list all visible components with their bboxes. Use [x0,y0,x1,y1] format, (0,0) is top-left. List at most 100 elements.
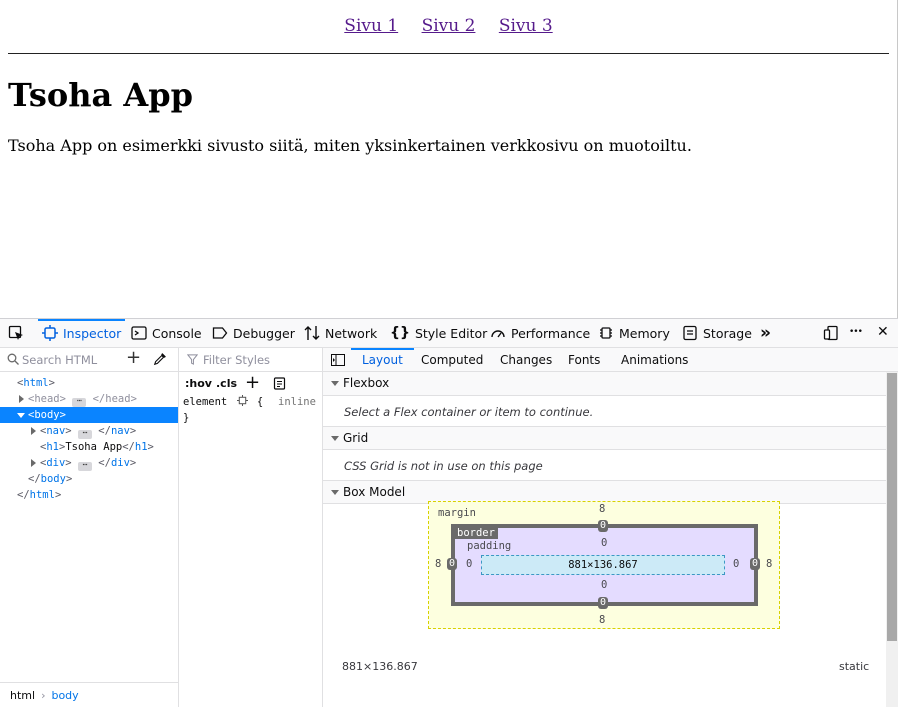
add-node-icon[interactable]: + [126,347,141,368]
chevron-right-icon: › [41,689,46,702]
page-divider [8,53,889,54]
sidebar-scrollbar[interactable] [886,372,898,707]
tab-storage[interactable]: Storage [682,319,752,347]
border-left-value[interactable]: 0 [447,558,458,570]
grid-message: CSS Grid is not in use on this page [344,459,543,473]
expand-arrow-icon[interactable] [19,395,24,403]
collapsed-children-icon[interactable]: ⋯ [77,429,92,439]
tab-memory[interactable]: Memory [598,319,670,347]
inspector-icon [42,325,58,341]
tab-changes[interactable]: Changes [500,348,552,372]
collapse-arrow-icon [331,490,339,495]
margin-top-value[interactable]: 8 [599,503,605,515]
network-icon [304,326,320,340]
open-brace: { [256,396,264,408]
box-model-content[interactable]: 881×136.867 [481,555,725,575]
page-viewport: Sivu 1 Sivu 2 Sivu 3 Tsoha App Tsoha App… [0,0,898,318]
debugger-icon [212,327,228,339]
border-right-value[interactable]: 0 [750,558,761,570]
tab-network[interactable]: Network [304,319,377,347]
border-bottom-value[interactable]: 0 [598,597,609,609]
tab-style-editor[interactable]: {} Style Editor [390,319,487,347]
nav-link-sivu-3[interactable]: Sivu 3 [499,16,553,36]
tab-inspector[interactable]: Inspector [37,319,126,347]
rules-view: Filter Styles :hov .cls + element { inli… [179,348,323,707]
more-tools-button[interactable]: » [760,319,771,347]
tree-node-h1[interactable]: <h1>Tsoha App</h1> [0,439,178,455]
page-paragraph: Tsoha App on esimerkki sivusto siitä, mi… [8,136,692,155]
tree-node-nav[interactable]: <nav> ⋯ </nav> [0,423,178,439]
element-selector: element [183,396,228,408]
element-style-rule: element { inline } [179,394,322,426]
node-highlighter-icon[interactable] [236,395,248,406]
tree-node-html[interactable]: <html> [0,375,178,391]
tree-node-div[interactable]: <div> ⋯ </div> [0,455,178,471]
margin-right-value[interactable]: 8 [766,558,772,570]
performance-gauge-icon [491,330,505,338]
tab-animations[interactable]: Animations [621,348,688,372]
tab-debugger[interactable]: Debugger [212,319,295,347]
tab-fonts[interactable]: Fonts [568,348,600,372]
layout-sidebar: Layout Computed Changes Fonts Animations… [323,348,898,707]
search-html-bar: Search HTML + [0,347,178,372]
margin-bottom-value[interactable]: 8 [599,614,605,626]
scrollbar-thumb[interactable] [887,373,897,641]
expand-arrow-icon[interactable] [31,427,36,435]
toggle-sidebar-icon[interactable] [331,354,345,366]
hov-toggle[interactable]: :hov [185,377,212,390]
nav-link-sivu-2[interactable]: Sivu 2 [422,16,476,36]
tree-node-head[interactable]: <head> ⋯ </head> [0,391,178,407]
add-rule-icon[interactable]: + [245,372,260,393]
markup-view: Search HTML + <html> <head> ⋯ </head> <b… [0,347,179,707]
search-html-input[interactable]: Search HTML [22,353,97,367]
padding-bottom-value[interactable]: 0 [601,579,607,591]
flexbox-section-header[interactable]: Flexbox [323,372,886,396]
tab-performance[interactable]: Performance [490,319,590,347]
meatball-menu-icon[interactable]: ••• [849,327,869,343]
storage-icon [683,325,697,341]
tab-console[interactable]: Console [131,319,202,347]
tree-node-body[interactable]: <body> [0,407,178,423]
page-nav: Sivu 1 Sivu 2 Sivu 3 [8,16,889,36]
tab-layout[interactable]: Layout [351,348,414,372]
padding-left-value[interactable]: 0 [466,558,472,570]
margin-label: margin [438,507,476,519]
html-tree: <html> <head> ⋯ </head> <body> <nav> ⋯ <… [0,372,178,503]
print-media-icon[interactable] [273,377,286,390]
padding-top-value[interactable]: 0 [601,537,607,549]
responsive-design-icon[interactable] [823,325,839,341]
box-model-size: 881×136.867 [342,660,418,673]
box-model-border: border 0 0 0 0 padding 0 0 0 0 881×136.8… [447,520,761,609]
tab-computed[interactable]: Computed [421,348,483,372]
flexbox-message: Select a Flex container or item to conti… [344,405,594,419]
devtools-panel: Inspector Console Debugger Network {} St… [0,318,898,707]
breadcrumb-html[interactable]: html [10,689,35,702]
nav-link-sivu-1[interactable]: Sivu 1 [344,16,398,36]
tree-node-html-close[interactable]: </html> [0,487,178,503]
breadcrumb-body[interactable]: body [51,689,78,702]
collapse-arrow-icon[interactable] [17,413,25,418]
box-model-margin: margin 8 8 8 8 border 0 0 0 0 padding 0 … [428,501,780,629]
expand-arrow-icon[interactable] [31,459,36,467]
collapsed-children-icon[interactable]: ⋯ [77,461,92,471]
memory-chip-icon [600,327,612,339]
eyedropper-icon[interactable] [153,352,167,366]
grid-section-header[interactable]: Grid [323,426,886,450]
filter-styles-bar: Filter Styles [179,348,322,372]
element-picker-icon[interactable] [8,325,24,341]
close-icon[interactable]: ✕ [877,324,893,340]
console-icon [131,326,147,340]
filter-icon [187,354,198,365]
margin-left-value[interactable]: 8 [435,558,441,570]
padding-label: padding [467,540,512,552]
border-top-value[interactable]: 0 [598,520,609,532]
inline-source-label: inline [278,396,316,408]
collapsed-children-icon[interactable]: ⋯ [72,397,87,407]
close-brace: } [183,412,190,424]
tree-node-body-close[interactable]: </body> [0,471,178,487]
devtools-toolbar: Inspector Console Debugger Network {} St… [0,319,898,348]
cls-toggle[interactable]: .cls [216,377,237,390]
filter-styles-input[interactable]: Filter Styles [203,353,270,367]
padding-right-value[interactable]: 0 [733,558,739,570]
rules-toolbar: :hov .cls + [179,372,322,394]
